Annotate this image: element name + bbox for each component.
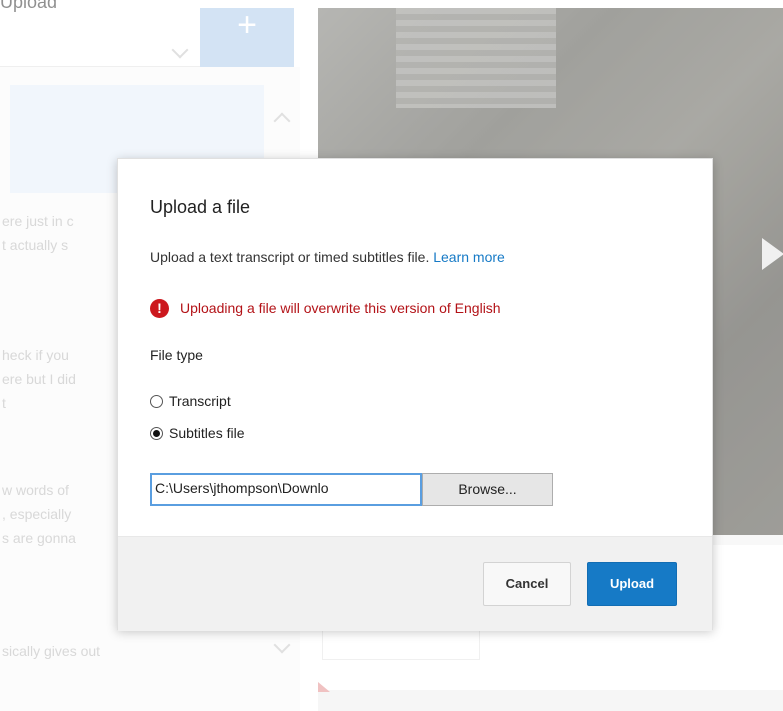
radio-label: Transcript [169,393,231,409]
dialog-description: Upload a text transcript or timed subtit… [150,249,505,265]
overwrite-warning: Uploading a file will overwrite this ver… [180,300,501,316]
description-text: Upload a text transcript or timed subtit… [150,249,430,265]
radio-transcript[interactable]: Transcript [150,393,231,409]
learn-more-link[interactable]: Learn more [433,249,505,265]
file-type-label: File type [150,347,203,363]
upload-file-dialog: Upload a file Upload a text transcript o… [117,158,713,631]
radio-subtitles-file[interactable]: Subtitles file [150,425,244,441]
browse-button[interactable]: Browse... [422,473,553,506]
warning-icon: ! [150,299,169,318]
radio-label: Subtitles file [169,425,245,441]
radio-button[interactable] [150,394,163,408]
upload-button[interactable]: Upload [587,562,677,606]
dialog-title: Upload a file [150,197,251,217]
file-path-input[interactable]: C:\Users\jthompson\Downlo [150,473,422,506]
radio-button-selected[interactable] [150,426,163,440]
cancel-button[interactable]: Cancel [483,562,571,606]
dialog-footer: Cancel Upload [118,536,712,631]
